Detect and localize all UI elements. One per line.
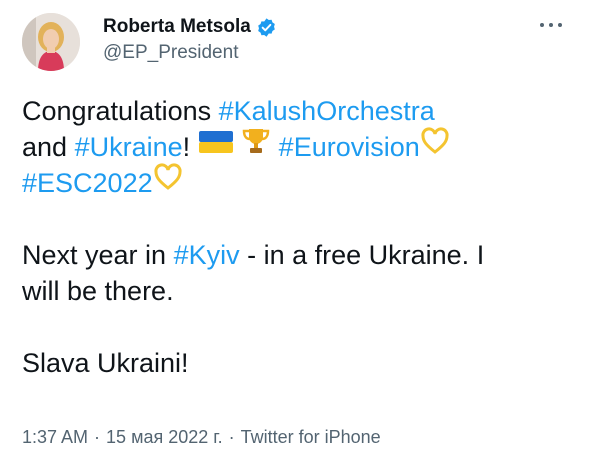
text-segment: Congratulations bbox=[22, 96, 219, 126]
author-name-row: Roberta Metsola bbox=[103, 16, 277, 38]
tweet-time-link[interactable]: 1:37 AM bbox=[22, 427, 88, 447]
avatar[interactable] bbox=[22, 13, 80, 71]
text-segment: ! bbox=[182, 132, 198, 162]
tweet-card: Roberta Metsola @EP_President Congratula… bbox=[0, 0, 590, 462]
tweet-text: Congratulations #KalushOrchestra and #Uk… bbox=[22, 93, 578, 381]
hashtag-link[interactable]: #Kyiv bbox=[174, 240, 240, 270]
hashtag-link[interactable]: #Ukraine bbox=[75, 132, 183, 162]
tweet-line-4: Next year in #Kyiv - in a free Ukraine. … bbox=[22, 237, 578, 273]
separator: · bbox=[228, 427, 235, 447]
text-segment: - in a free Ukraine. I bbox=[239, 240, 485, 270]
verified-badge-icon bbox=[256, 17, 277, 38]
tweet-line-1: Congratulations #KalushOrchestra bbox=[22, 93, 578, 129]
hashtag-link[interactable]: #KalushOrchestra bbox=[219, 96, 435, 126]
text-segment: and bbox=[22, 132, 75, 162]
tweet-line-3: #ESC2022 bbox=[22, 163, 578, 201]
avatar-portrait bbox=[22, 13, 80, 71]
hashtag-link[interactable]: #ESC2022 bbox=[22, 168, 153, 198]
text-segment: Next year in bbox=[22, 240, 174, 270]
tweet-line-2: and #Ukraine! #Eurovision bbox=[22, 126, 578, 165]
more-options-icon[interactable] bbox=[540, 20, 562, 30]
trophy-icon bbox=[241, 126, 271, 165]
author-handle[interactable]: @EP_President bbox=[103, 42, 238, 64]
hashtag-link[interactable]: #Eurovision bbox=[279, 132, 420, 162]
author-display-name[interactable]: Roberta Metsola bbox=[103, 16, 251, 38]
tweet-line-5: will be there. bbox=[22, 276, 174, 306]
ukraine-flag-icon bbox=[198, 128, 234, 164]
tweet-line-6: Slava Ukraini! bbox=[22, 348, 189, 378]
tweet-date-link[interactable]: 15 мая 2022 г. bbox=[106, 427, 223, 447]
yellow-heart-icon bbox=[420, 127, 450, 164]
yellow-heart-icon bbox=[153, 163, 183, 200]
tweet-metadata: 1:37 AM · 15 мая 2022 г. · Twitter for iPhon… bbox=[22, 427, 381, 448]
separator: · bbox=[94, 427, 101, 447]
tweet-source-link[interactable]: Twitter for iPhone bbox=[241, 427, 381, 447]
